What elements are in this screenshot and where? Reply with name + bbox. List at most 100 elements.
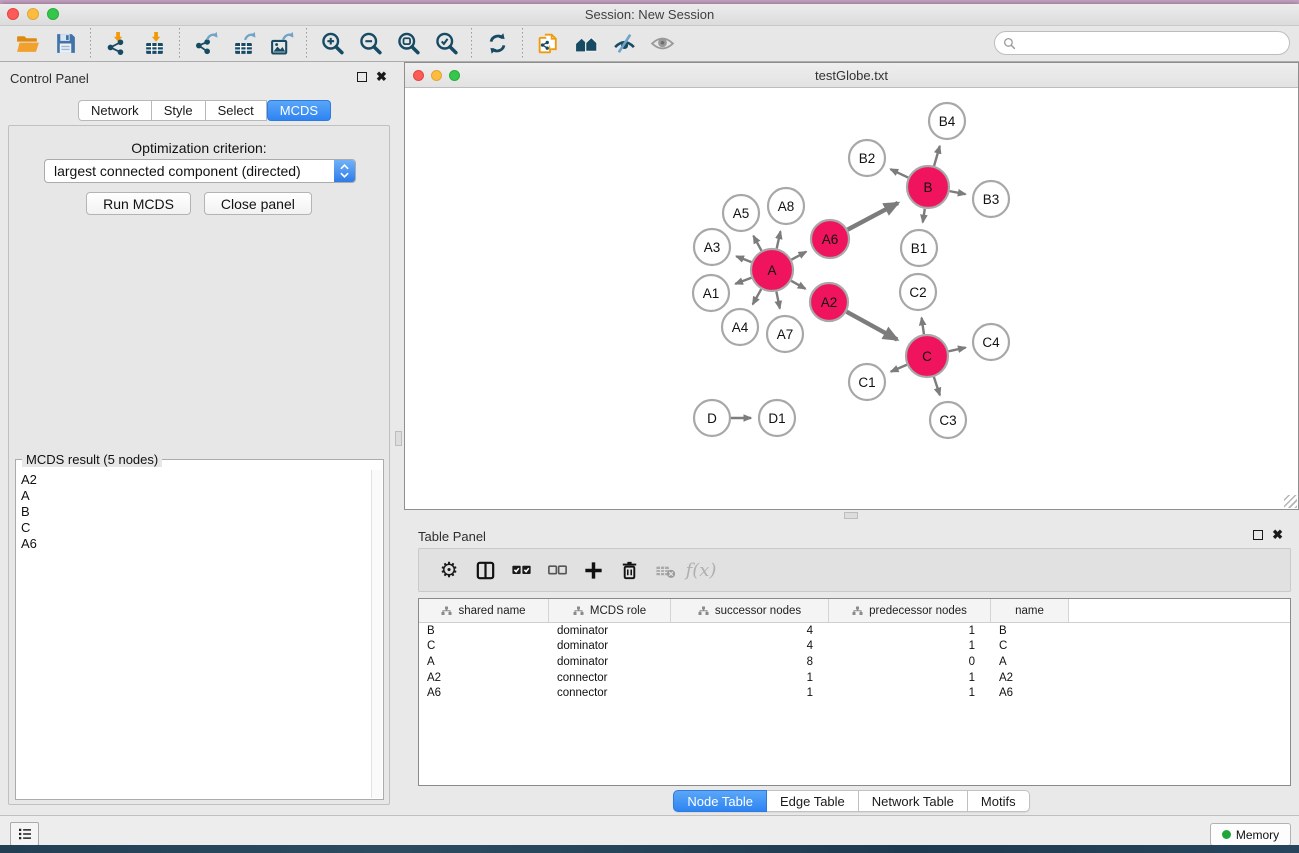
table-cell[interactable]: 1	[829, 687, 991, 699]
network-canvas[interactable]: B4B2BB3A8A5A6A3B1AC2A1A2A4A7C4CC1C3DD1	[406, 89, 1297, 508]
graph-node-C2[interactable]: C2	[900, 274, 936, 310]
graph-node-B1[interactable]: B1	[901, 230, 937, 266]
table-cell[interactable]: 1	[829, 672, 991, 684]
float-table-panel-icon[interactable]	[1253, 530, 1263, 540]
table-cell[interactable]: A6	[419, 687, 549, 699]
graph-node-C1[interactable]: C1	[849, 364, 885, 400]
graph-node-C[interactable]: C	[906, 335, 948, 377]
close-panel-icon[interactable]: ✖	[376, 71, 387, 83]
table-cell[interactable]: B	[419, 625, 549, 637]
table-cell[interactable]: 1	[829, 625, 991, 637]
table-cell[interactable]: 1	[829, 640, 991, 652]
graph-node-A6[interactable]: A6	[811, 220, 849, 258]
tab-style[interactable]: Style	[152, 100, 206, 121]
delete-column-icon[interactable]	[611, 552, 647, 588]
graph-node-A7[interactable]: A7	[767, 316, 803, 352]
select-all-icon[interactable]	[503, 552, 539, 588]
graph-node-A8[interactable]: A8	[768, 188, 804, 224]
table-row[interactable]: Bdominator41B	[419, 623, 1290, 639]
network-window-titlebar[interactable]: testGlobe.txt	[405, 63, 1298, 88]
graph-node-D1[interactable]: D1	[759, 400, 795, 436]
graph-node-A[interactable]: A	[751, 249, 793, 291]
table-settings-icon[interactable]: ⚙	[431, 552, 467, 588]
graph-node-C3[interactable]: C3	[930, 402, 966, 438]
mcds-result-item[interactable]: C	[21, 520, 371, 536]
table-cell[interactable]: 8	[671, 656, 829, 668]
table-cell[interactable]: dominator	[549, 656, 671, 668]
tab-edge-table[interactable]: Edge Table	[767, 790, 859, 812]
column-header-name[interactable]: name	[991, 599, 1069, 622]
graph-node-A3[interactable]: A3	[694, 229, 730, 265]
table-cell[interactable]: A	[419, 656, 549, 668]
column-split-icon[interactable]	[467, 552, 503, 588]
graph-node-A2[interactable]: A2	[810, 283, 848, 321]
app-titlebar[interactable]: Session: New Session	[0, 4, 1299, 26]
task-history-button[interactable]	[10, 822, 39, 846]
tab-select[interactable]: Select	[206, 100, 267, 121]
node-table[interactable]: shared nameMCDS rolesuccessor nodesprede…	[418, 598, 1291, 786]
mcds-result-item[interactable]: A6	[21, 536, 371, 552]
table-cell[interactable]: connector	[549, 672, 671, 684]
table-cell[interactable]: 1	[671, 672, 829, 684]
search-input[interactable]	[1021, 36, 1289, 50]
float-panel-icon[interactable]	[357, 72, 367, 82]
duplicate-network-icon[interactable]	[529, 28, 567, 60]
table-cell[interactable]: A	[991, 656, 1069, 668]
graph-node-A5[interactable]: A5	[723, 195, 759, 231]
table-cell[interactable]: 0	[829, 656, 991, 668]
export-table-icon[interactable]	[224, 28, 262, 60]
table-cell[interactable]: A2	[991, 672, 1069, 684]
table-cell[interactable]: dominator	[549, 640, 671, 652]
save-session-icon[interactable]	[46, 28, 84, 60]
table-cell[interactable]: 4	[671, 625, 829, 637]
table-cell[interactable]: C	[991, 640, 1069, 652]
column-header-predecessor-nodes[interactable]: predecessor nodes	[829, 599, 991, 622]
table-cell[interactable]: connector	[549, 687, 671, 699]
table-row[interactable]: A2connector11A2	[419, 670, 1290, 686]
table-row[interactable]: Adominator80A	[419, 654, 1290, 670]
search-box[interactable]	[994, 31, 1290, 55]
first-neighbors-icon[interactable]	[567, 28, 605, 60]
graph-node-D[interactable]: D	[694, 400, 730, 436]
result-scrollbar[interactable]	[371, 470, 382, 798]
import-network-icon[interactable]	[97, 28, 135, 60]
vertical-splitter-grip[interactable]	[395, 431, 402, 446]
column-header-successor-nodes[interactable]: successor nodes	[671, 599, 829, 622]
tab-network[interactable]: Network	[78, 100, 152, 121]
table-row[interactable]: Cdominator41C	[419, 639, 1290, 655]
graph-node-B2[interactable]: B2	[849, 140, 885, 176]
mcds-result-item[interactable]: A	[21, 488, 371, 504]
toggle-graphics-details-icon[interactable]	[605, 28, 643, 60]
table-cell[interactable]: 4	[671, 640, 829, 652]
table-cell[interactable]: B	[991, 625, 1069, 637]
graph-node-B[interactable]: B	[907, 166, 949, 208]
table-row[interactable]: A6connector11A6	[419, 685, 1290, 701]
close-panel-button[interactable]: Close panel	[204, 192, 312, 215]
criterion-select[interactable]: largest connected component (directed)	[44, 159, 356, 183]
zoom-selected-icon[interactable]	[427, 28, 465, 60]
tab-node-table[interactable]: Node Table	[673, 790, 767, 812]
add-column-icon[interactable]	[575, 552, 611, 588]
tab-motifs[interactable]: Motifs	[968, 790, 1030, 812]
zoom-out-icon[interactable]	[351, 28, 389, 60]
export-network-icon[interactable]	[186, 28, 224, 60]
horizontal-splitter-grip[interactable]	[844, 512, 858, 519]
run-mcds-button[interactable]: Run MCDS	[86, 192, 191, 215]
mcds-result-list[interactable]: A2ABCA6	[17, 470, 371, 798]
graph-node-A4[interactable]: A4	[722, 309, 758, 345]
mcds-result-item[interactable]: A2	[21, 472, 371, 488]
table-cell[interactable]: 1	[671, 687, 829, 699]
table-cell[interactable]: C	[419, 640, 549, 652]
show-hide-panels-icon[interactable]	[643, 28, 681, 60]
graph-node-C4[interactable]: C4	[973, 324, 1009, 360]
graph-node-A1[interactable]: A1	[693, 275, 729, 311]
window-resize-grip[interactable]	[1284, 495, 1297, 508]
deselect-all-icon[interactable]	[539, 552, 575, 588]
tab-network-table[interactable]: Network Table	[859, 790, 968, 812]
table-cell[interactable]: A6	[991, 687, 1069, 699]
refresh-icon[interactable]	[478, 28, 516, 60]
zoom-in-icon[interactable]	[313, 28, 351, 60]
mcds-result-item[interactable]: B	[21, 504, 371, 520]
close-table-panel-icon[interactable]: ✖	[1272, 529, 1283, 541]
graph-node-B3[interactable]: B3	[973, 181, 1009, 217]
